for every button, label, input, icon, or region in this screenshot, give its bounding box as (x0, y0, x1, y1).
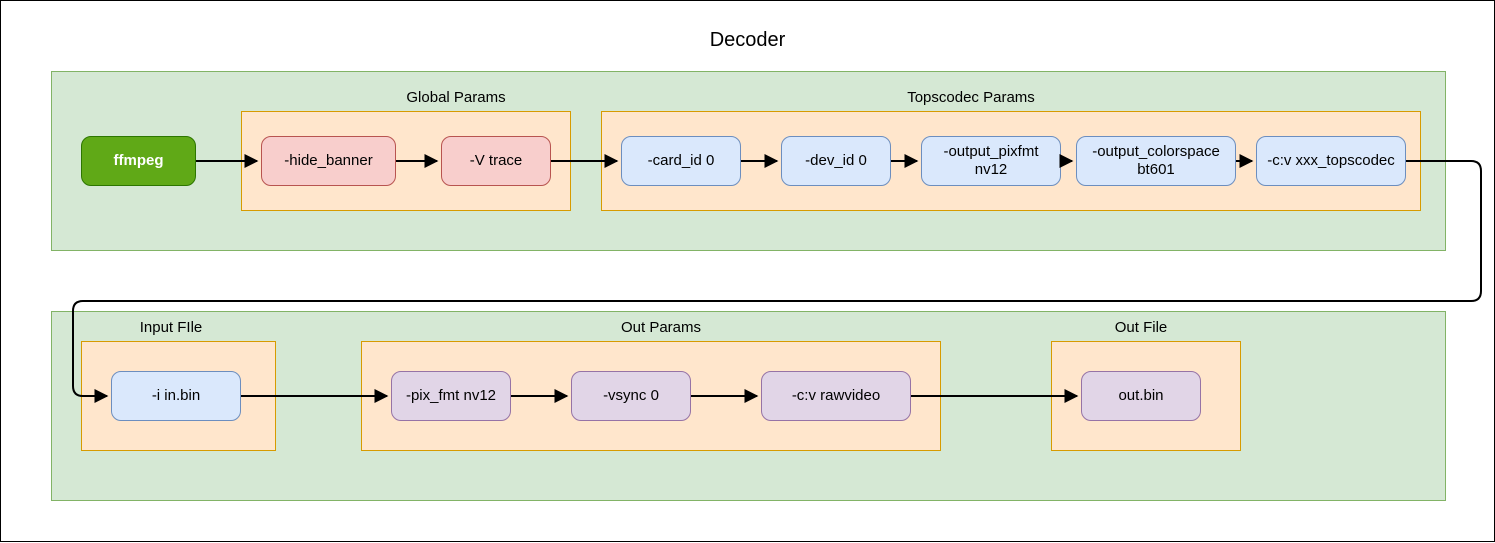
param-v-trace: -V trace (441, 136, 551, 186)
diagram-title: Decoder (1, 29, 1494, 52)
param-card-id: -card_id 0 (621, 136, 741, 186)
input-file-label: Input FIle (111, 319, 231, 336)
param-vsync: -vsync 0 (571, 371, 691, 421)
param-pix-fmt: -pix_fmt nv12 (391, 371, 511, 421)
param-input-file: -i in.bin (111, 371, 241, 421)
topscodec-params-label: Topscodec Params (871, 89, 1071, 106)
param-output-colorspace: -output_colorspace bt601 (1076, 136, 1236, 186)
param-output-pixfmt: -output_pixfmt nv12 (921, 136, 1061, 186)
diagram-canvas: Decoder Global Params Topscodec Params f… (0, 0, 1495, 542)
param-dev-id: -dev_id 0 (781, 136, 891, 186)
param-hide-banner: -hide_banner (261, 136, 396, 186)
param-cv-topscodec: -c:v xxx_topscodec (1256, 136, 1406, 186)
out-file-label: Out File (1081, 319, 1201, 336)
param-cv-rawvideo: -c:v rawvideo (761, 371, 911, 421)
ffmpeg-node: ffmpeg (81, 136, 196, 186)
out-file-node: out.bin (1081, 371, 1201, 421)
out-params-label: Out Params (591, 319, 731, 336)
global-params-label: Global Params (386, 89, 526, 106)
